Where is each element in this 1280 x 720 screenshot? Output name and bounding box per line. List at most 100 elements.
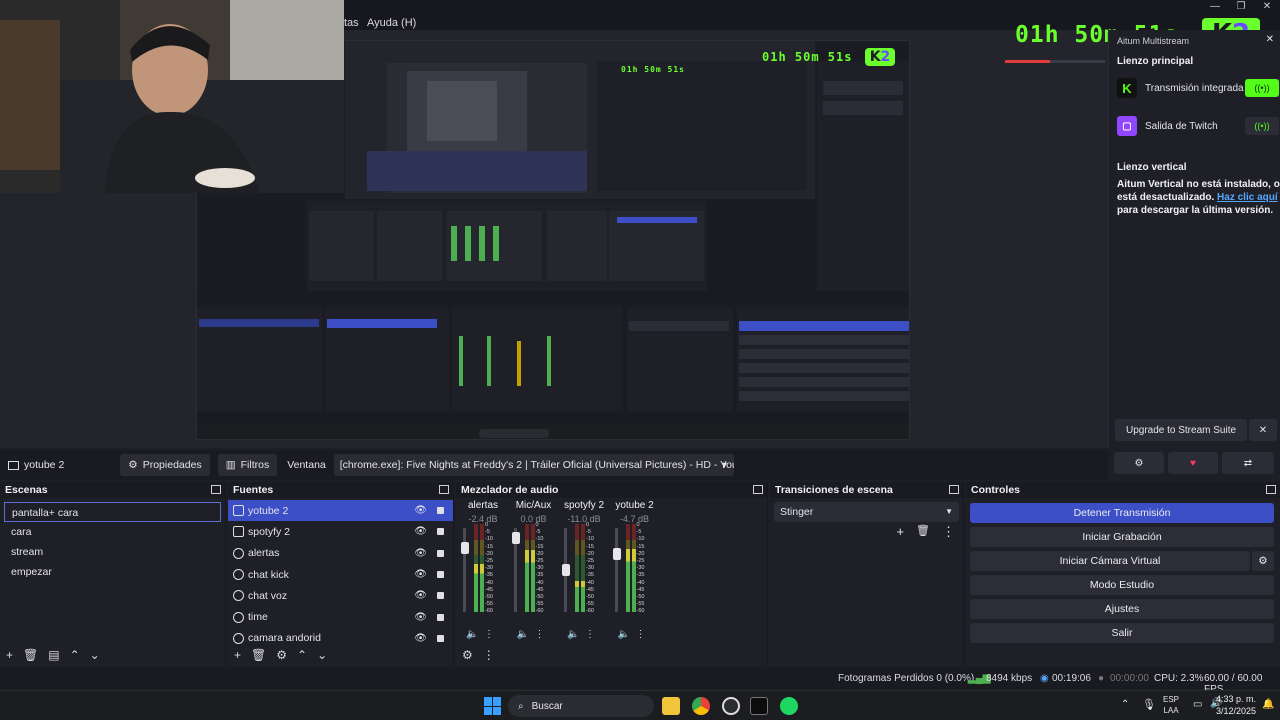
lock-icon[interactable] — [437, 571, 444, 579]
undock-icon[interactable] — [753, 485, 763, 494]
eye-icon[interactable]: 👁 — [414, 569, 427, 580]
minimize-icon[interactable]: — — [1202, 0, 1228, 16]
source-item[interactable]: chat kick 👁 — [228, 564, 453, 585]
language-indicator[interactable]: ESP LAA — [1163, 694, 1179, 716]
windows-start-icon[interactable] — [484, 697, 502, 715]
dock-close-icon[interactable]: ✕ — [1266, 34, 1274, 45]
speaker-icon[interactable]: 🔈 — [517, 629, 529, 640]
transition-select[interactable]: Stinger ▼ — [774, 502, 959, 522]
source-item[interactable]: alertas 👁 — [228, 543, 453, 564]
filter-icon[interactable]: ▤ — [48, 648, 59, 662]
gear-icon[interactable]: ⚙ — [276, 648, 287, 662]
taskbar-search[interactable]: ⌕ Buscar — [508, 695, 654, 717]
more-icon[interactable]: ⋮ — [942, 524, 955, 540]
trash-icon[interactable]: 🗑 — [251, 648, 266, 662]
microphone-icon[interactable]: 🎙 — [1142, 698, 1156, 711]
lock-icon[interactable] — [437, 613, 444, 621]
eye-icon[interactable]: 👁 — [414, 548, 427, 559]
lock-icon[interactable] — [437, 592, 444, 600]
taskbar-clock[interactable]: 4:33 p. m. 3/12/2025 — [1216, 693, 1256, 717]
mixer-settings-icon[interactable]: ⚙ — [462, 648, 473, 662]
move-down-icon[interactable]: ⌄ — [317, 648, 327, 662]
eye-icon[interactable]: 👁 — [414, 633, 427, 644]
lock-icon[interactable] — [437, 634, 444, 642]
speaker-icon[interactable]: 🔈 — [618, 629, 630, 640]
start-recording-button[interactable]: Iniciar Grabación — [970, 527, 1274, 547]
add-icon[interactable]: + — [234, 648, 241, 662]
volume-fader-handle[interactable] — [562, 564, 570, 577]
properties-button[interactable]: ⚙ Propiedades — [120, 454, 210, 476]
scene-item[interactable]: stream — [4, 542, 221, 562]
virtual-camera-settings-icon[interactable]: ⚙ — [1252, 551, 1274, 571]
file-explorer-icon[interactable] — [662, 697, 680, 715]
lock-icon[interactable] — [437, 507, 444, 515]
undock-icon[interactable] — [949, 485, 959, 494]
stop-streaming-button[interactable]: Detener Transmisión — [970, 503, 1274, 523]
chevron-up-icon[interactable]: ⌃ — [1121, 699, 1129, 710]
lock-icon[interactable] — [437, 528, 444, 536]
spotify-icon[interactable] — [780, 697, 798, 715]
output-toggle-button[interactable]: ((•)) — [1245, 117, 1279, 135]
chevron-down-icon[interactable]: ▼ — [720, 460, 729, 470]
studio-mode-button[interactable]: Modo Estudio — [970, 575, 1274, 595]
dismiss-upgrade-icon[interactable]: ✕ — [1249, 419, 1277, 441]
dock-share-icon[interactable]: ⇄ — [1222, 452, 1274, 474]
move-up-icon[interactable]: ⌃ — [297, 648, 307, 662]
scene-item[interactable]: empezar — [4, 562, 221, 582]
eye-icon[interactable]: 👁 — [414, 612, 427, 623]
volume-fader-track[interactable] — [612, 528, 621, 612]
notifications-icon[interactable]: 🔔 — [1262, 699, 1274, 710]
volume-fader-track[interactable] — [511, 528, 520, 612]
trash-icon[interactable]: 🗑 — [916, 524, 930, 540]
eye-icon[interactable]: 👁 — [414, 526, 427, 537]
trash-icon[interactable]: 🗑 — [23, 648, 38, 662]
move-down-icon[interactable]: ⌄ — [90, 648, 100, 662]
add-icon[interactable]: + — [896, 524, 904, 540]
filters-button[interactable]: ▥ Filtros — [217, 454, 278, 476]
eye-icon[interactable]: 👁 — [414, 505, 427, 516]
chrome-icon[interactable] — [692, 697, 710, 715]
source-item[interactable]: spotyfy 2 👁 — [228, 521, 453, 542]
settings-button[interactable]: Ajustes — [970, 599, 1274, 619]
menu-item-help[interactable]: Ayuda (H) — [367, 17, 416, 29]
add-icon[interactable]: + — [6, 648, 13, 662]
scenes-title: Escenas — [0, 482, 225, 498]
vertical-download-link[interactable]: Haz clic aquí — [1217, 192, 1278, 203]
more-icon[interactable]: ⋮ — [585, 629, 595, 640]
dock-heart-icon[interactable]: ♥ — [1168, 452, 1218, 474]
speaker-icon[interactable]: 🔈 — [466, 629, 478, 640]
more-icon[interactable]: ⋮ — [535, 629, 545, 640]
obs-icon[interactable] — [722, 697, 740, 715]
scene-item[interactable]: cara — [4, 522, 221, 542]
close-icon[interactable]: ✕ — [1254, 0, 1280, 16]
undock-icon[interactable] — [211, 485, 221, 494]
menu-item-tools[interactable]: tas — [344, 17, 359, 29]
output-toggle-button[interactable]: ((•)) — [1245, 79, 1279, 97]
source-item[interactable]: time 👁 — [228, 606, 453, 627]
maximize-icon[interactable]: ❐ — [1228, 0, 1254, 16]
undock-icon[interactable] — [439, 485, 449, 494]
more-icon[interactable]: ⋮ — [483, 648, 495, 662]
dock-settings-icon[interactable]: ⚙ — [1114, 452, 1164, 474]
undock-icon[interactable] — [1266, 485, 1276, 494]
speaker-icon[interactable]: 🔈 — [567, 629, 579, 640]
volume-fader-track[interactable] — [461, 528, 469, 612]
network-icon[interactable]: ▭ — [1193, 699, 1202, 710]
volume-fader-handle[interactable] — [511, 532, 520, 545]
volume-fader-handle[interactable] — [612, 548, 621, 561]
more-icon[interactable]: ⋮ — [484, 629, 494, 640]
window-select[interactable]: [chrome.exe]: Five Nights at Freddy's 2 … — [333, 454, 734, 476]
source-item[interactable]: chat voz 👁 — [228, 585, 453, 606]
more-icon[interactable]: ⋮ — [636, 629, 646, 640]
scene-item[interactable]: pantalla+ cara — [4, 502, 221, 522]
terminal-icon[interactable] — [750, 697, 768, 715]
volume-fader-track[interactable] — [562, 528, 570, 612]
eye-icon[interactable]: 👁 — [414, 590, 427, 601]
lock-icon[interactable] — [437, 549, 444, 557]
start-virtual-camera-button[interactable]: Iniciar Cámara Virtual — [970, 551, 1250, 571]
upgrade-stream-suite-button[interactable]: Upgrade to Stream Suite — [1115, 419, 1247, 441]
exit-button[interactable]: Salir — [970, 623, 1274, 643]
move-up-icon[interactable]: ⌃ — [70, 648, 80, 662]
source-item[interactable]: yotube 2 👁 — [228, 500, 453, 522]
volume-fader-handle[interactable] — [461, 542, 469, 555]
